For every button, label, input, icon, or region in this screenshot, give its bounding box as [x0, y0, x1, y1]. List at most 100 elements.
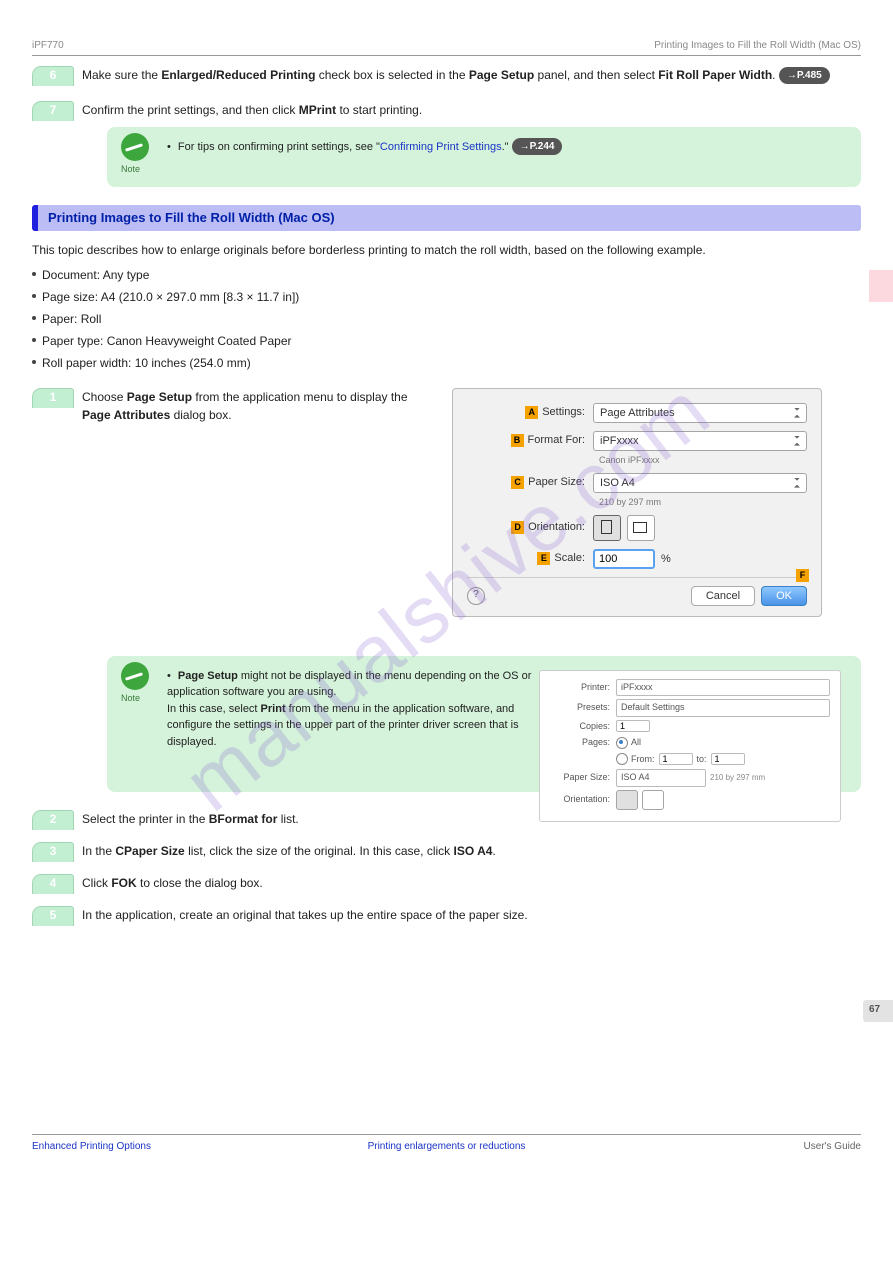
- pages-from-radio[interactable]: [616, 753, 628, 765]
- footer-left-link[interactable]: Enhanced Printing Options: [32, 1141, 151, 1152]
- header-right: Printing Images to Fill the Roll Width (…: [654, 40, 861, 51]
- field-label: Copies:: [550, 720, 616, 734]
- text: list, click the size of the original. In…: [185, 844, 454, 858]
- step-pill-7: 7: [32, 101, 74, 121]
- copies-input[interactable]: [616, 720, 650, 732]
- side-tab: [869, 270, 893, 302]
- text: Make sure the: [82, 68, 161, 82]
- text: Canon iPFxxxx: [593, 455, 807, 465]
- text: Click: [82, 876, 111, 890]
- text: Page Attributes: [82, 408, 170, 422]
- label-tag-f: F: [796, 569, 809, 582]
- pencil-icon: [121, 662, 149, 690]
- label-tag-b: B: [511, 434, 524, 447]
- text: Select the printer in the: [82, 812, 209, 826]
- step-pill-3: 3: [32, 842, 74, 862]
- settings-select[interactable]: Page Attributes: [593, 403, 807, 423]
- text: from the application menu to display the: [192, 390, 407, 404]
- text: panel, and then select: [534, 68, 658, 82]
- text: Enlarged/Reduced Printing: [161, 68, 315, 82]
- portrait-button[interactable]: [616, 790, 638, 810]
- pages-all-radio[interactable]: [616, 737, 628, 749]
- step-pill-5: 5: [32, 906, 74, 926]
- text: .: [492, 844, 495, 858]
- description: This topic describes how to enlarge orig…: [32, 241, 861, 260]
- text: ISO A4: [454, 844, 493, 858]
- text: CPaper Size: [115, 844, 184, 858]
- text: All: [631, 736, 641, 750]
- text: .": [502, 141, 509, 153]
- field-label: Settings:: [542, 406, 585, 418]
- text: to close the dialog box.: [137, 876, 263, 890]
- presets-select[interactable]: Default Settings: [616, 699, 830, 717]
- text: dialog box.: [170, 408, 231, 422]
- label-tag-d: D: [511, 521, 524, 534]
- label-tag-a: A: [525, 406, 538, 419]
- field-label: Paper Size:: [550, 771, 616, 785]
- note-label: Note: [121, 163, 140, 177]
- text: Choose: [82, 390, 127, 404]
- page-ref[interactable]: →P.244: [512, 138, 563, 155]
- page-ref[interactable]: →P.485: [779, 67, 830, 84]
- text: FOK: [111, 876, 136, 890]
- text: check box is selected in the: [315, 68, 468, 82]
- help-button[interactable]: ?: [467, 587, 485, 605]
- to-input[interactable]: [711, 753, 745, 765]
- divider: [32, 55, 861, 56]
- papersize-select[interactable]: ISO A4: [616, 769, 706, 787]
- text: .: [772, 68, 775, 82]
- label-tag-c: C: [511, 476, 524, 489]
- text: Roll paper width: 10 inches (254.0 mm): [42, 356, 251, 370]
- page-number-tab: 67: [863, 1000, 893, 1022]
- step-pill-2: 2: [32, 810, 74, 830]
- landscape-button[interactable]: [627, 515, 655, 541]
- field-label: Printer:: [550, 681, 616, 695]
- field-label: Format For:: [528, 434, 585, 446]
- text: BFormat for: [209, 812, 278, 826]
- label-tag-e: E: [537, 552, 550, 565]
- footer-right: User's Guide: [804, 1141, 862, 1152]
- text: to:: [697, 753, 707, 767]
- text: In the application, create an original t…: [82, 908, 528, 922]
- note-box: Note • Page Setup might not be displayed…: [107, 656, 861, 792]
- note-box: Note • For tips on confirming print sett…: [107, 127, 861, 187]
- field-label: Paper Size:: [528, 476, 585, 488]
- text: 210 by 297 mm: [593, 497, 807, 507]
- text: From:: [631, 753, 655, 767]
- text: Fit Roll Paper Width: [658, 68, 772, 82]
- text: Page Setup: [127, 390, 192, 404]
- paper-size-select[interactable]: ISO A4: [593, 473, 807, 493]
- mini-print-dialog: Printer:iPFxxxx Presets:Default Settings…: [539, 670, 841, 822]
- cancel-button[interactable]: Cancel: [691, 586, 755, 606]
- text: MPrint: [299, 103, 336, 117]
- ok-button[interactable]: FOK: [761, 586, 807, 606]
- page-footer: Enhanced Printing Options Printing enlar…: [32, 1134, 861, 1165]
- format-for-select[interactable]: iPFxxxx: [593, 431, 807, 451]
- text: list.: [277, 812, 298, 826]
- footer-center-link[interactable]: Printing enlargements or reductions: [368, 1141, 526, 1152]
- text: Document: Any type: [42, 268, 149, 282]
- text: 210 by 297 mm: [710, 772, 765, 784]
- text: Page size: A4 (210.0 × 297.0 mm [8.3 × 1…: [42, 290, 299, 304]
- text: %: [661, 553, 671, 565]
- link[interactable]: Confirming Print Settings: [380, 141, 502, 153]
- text: Page Setup: [178, 670, 238, 682]
- scale-input[interactable]: [593, 549, 655, 569]
- pencil-icon: [121, 133, 149, 161]
- landscape-button[interactable]: [642, 790, 664, 810]
- step-pill-6: 6: [32, 66, 74, 86]
- text: Print: [261, 703, 286, 715]
- text: Paper type: Canon Heavyweight Coated Pap…: [42, 334, 292, 348]
- from-input[interactable]: [659, 753, 693, 765]
- text: to start printing.: [336, 103, 422, 117]
- text: Confirm the print settings, and then cli…: [82, 103, 299, 117]
- portrait-button[interactable]: [593, 515, 621, 541]
- step-pill-1: 1: [32, 388, 74, 408]
- text: In the: [82, 844, 115, 858]
- text: For tips on confirming print settings, s…: [178, 141, 380, 153]
- field-label: Orientation:: [528, 521, 585, 533]
- step-pill-4: 4: [32, 874, 74, 894]
- section-heading: Printing Images to Fill the Roll Width (…: [32, 205, 861, 231]
- text: In this case, select: [167, 703, 261, 715]
- printer-select[interactable]: iPFxxxx: [616, 679, 830, 697]
